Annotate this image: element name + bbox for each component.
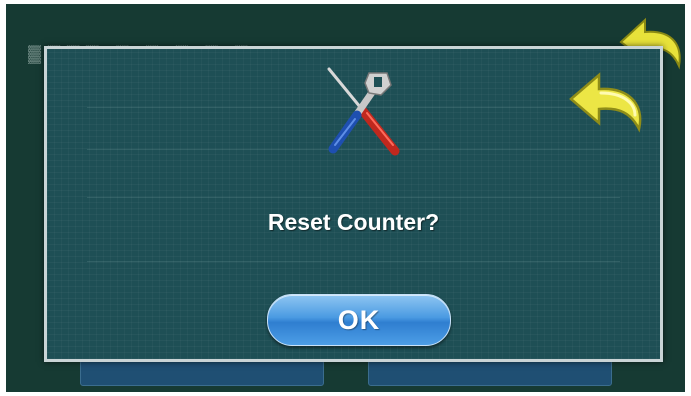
ok-button[interactable]: OK	[267, 294, 451, 346]
ghost-divider	[87, 197, 620, 198]
reset-counter-dialog: Reset Counter? OK	[44, 46, 663, 362]
dialog-message: Reset Counter?	[267, 209, 440, 235]
background-button-left	[80, 360, 324, 386]
back-arrow-icon[interactable]	[565, 71, 649, 137]
background-button-right	[368, 360, 612, 386]
device-screen: ▓▓▓▓ ▒ ▒ ▒ ▒ ▒ Reset Counter? OK	[6, 4, 685, 392]
tools-icon	[327, 67, 400, 156]
ghost-divider	[87, 261, 620, 262]
